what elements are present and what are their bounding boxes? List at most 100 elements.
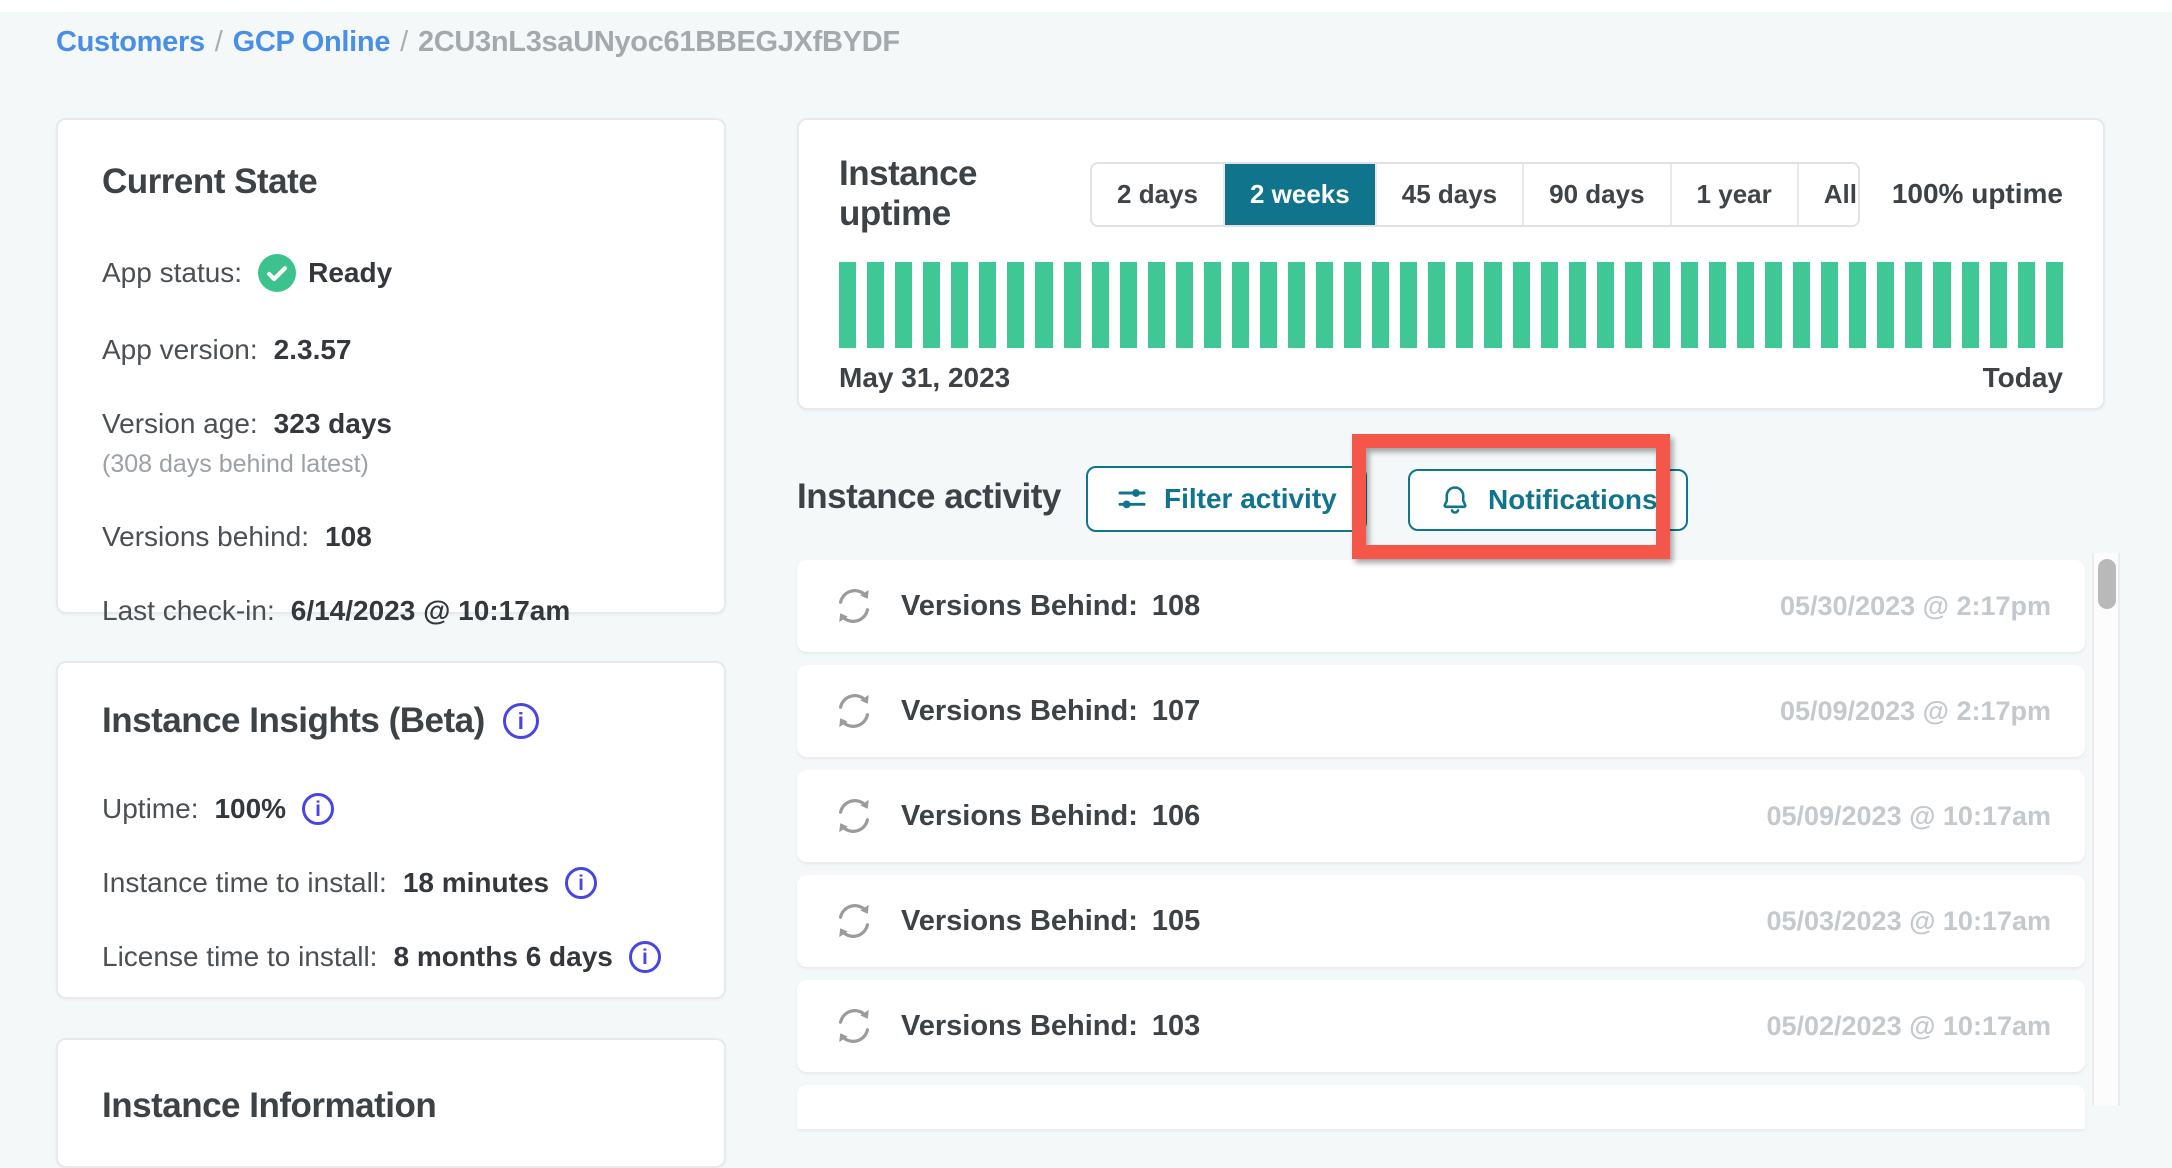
uptime-bar: [2018, 262, 2035, 348]
instance-insights-card: Instance Insights (Beta) i Uptime: 100% …: [56, 661, 726, 999]
activity-row-value: 107: [1152, 695, 1200, 727]
range-button-all[interactable]: All: [1797, 164, 1860, 225]
activity-row-timestamp: 05/09/2023 @ 2:17pm: [1780, 696, 2051, 727]
activity-row-timestamp: 05/09/2023 @ 10:17am: [1766, 801, 2051, 832]
instance-insights-title: Instance Insights (Beta): [102, 701, 485, 741]
range-button-2-days[interactable]: 2 days: [1092, 164, 1223, 225]
sync-icon: [831, 898, 877, 944]
instance-install-value: 18 minutes: [403, 867, 549, 899]
uptime-bar: [1849, 262, 1866, 348]
uptime-bar: [1709, 262, 1726, 348]
instance-information-title: Instance Information: [102, 1086, 680, 1126]
app-status-value: Ready: [308, 257, 392, 289]
app-version-value[interactable]: 2.3.57: [274, 334, 352, 366]
license-install-value: 8 months 6 days: [393, 941, 612, 973]
versions-behind-label: Versions behind:: [102, 521, 309, 553]
activity-scrollbar-thumb[interactable]: [2098, 559, 2116, 609]
current-state-card: Current State App status: Ready App vers…: [56, 118, 726, 614]
top-strip: [0, 0, 2172, 12]
uptime-bar: [1372, 262, 1389, 348]
uptime-bar: [1541, 262, 1558, 348]
uptime-bar: [1653, 262, 1670, 348]
uptime-bar-chart: [839, 262, 2063, 348]
uptime-bar: [1007, 262, 1024, 348]
uptime-value: 100%: [214, 793, 286, 825]
notifications-button[interactable]: Notifications: [1408, 469, 1688, 531]
uptime-field: Uptime: 100% i: [102, 793, 680, 825]
info-icon[interactable]: i: [503, 703, 539, 739]
uptime-bar: [1933, 262, 1950, 348]
info-icon[interactable]: i: [565, 867, 597, 899]
activity-row-value: 108: [1152, 590, 1200, 622]
activity-row-value: 105: [1152, 905, 1200, 937]
range-button-2-weeks[interactable]: 2 weeks: [1223, 164, 1375, 225]
activity-row-label: Versions Behind:: [901, 1010, 1138, 1042]
uptime-bar: [1204, 262, 1221, 348]
instance-uptime-card: Instance uptime 2 days 2 weeks 45 days 9…: [797, 118, 2105, 410]
uptime-bar: [867, 262, 884, 348]
breadcrumb-current-instance-id: 2CU3nL3saUNyoc61BBEGJXfBYDF: [418, 26, 900, 58]
uptime-bar: [1821, 262, 1838, 348]
instance-uptime-title: Instance uptime: [839, 154, 1090, 234]
uptime-bar: [1120, 262, 1137, 348]
app-version-field: App version: 2.3.57: [102, 334, 680, 366]
activity-row-value: 106: [1152, 800, 1200, 832]
instance-information-card: Instance Information: [56, 1038, 726, 1168]
uptime-bar: [951, 262, 968, 348]
activity-row-timestamp: 05/02/2023 @ 10:17am: [1766, 1011, 2051, 1042]
range-button-1-year[interactable]: 1 year: [1670, 164, 1797, 225]
uptime-bar: [1793, 262, 1810, 348]
last-checkin-value: 6/14/2023 @ 10:17am: [291, 595, 571, 627]
breadcrumb-link-app[interactable]: GCP Online: [233, 26, 391, 58]
version-age-value: 323 days: [274, 408, 392, 440]
app-status-field: App status: Ready: [102, 254, 680, 292]
uptime-bar: [1484, 262, 1501, 348]
range-button-45-days[interactable]: 45 days: [1375, 164, 1522, 225]
filter-activity-button[interactable]: Filter activity: [1086, 466, 1367, 532]
uptime-end-label: Today: [1983, 362, 2063, 394]
instance-activity-list: Versions Behind:108 05/30/2023 @ 2:17pm …: [797, 560, 2085, 1129]
uptime-bar: [1092, 262, 1109, 348]
uptime-bar: [1597, 262, 1614, 348]
uptime-bar: [1681, 262, 1698, 348]
uptime-summary: 100% uptime: [1892, 178, 2063, 210]
versions-behind-value: 108: [325, 521, 372, 553]
uptime-bar: [1260, 262, 1277, 348]
uptime-bar: [2046, 262, 2063, 348]
uptime-bar: [979, 262, 996, 348]
app-version-label: App version:: [102, 334, 258, 366]
range-button-90-days[interactable]: 90 days: [1522, 164, 1669, 225]
info-icon[interactable]: i: [302, 793, 334, 825]
breadcrumb-separator: /: [400, 26, 408, 58]
license-install-label: License time to install:: [102, 941, 377, 973]
activity-row-label: Versions Behind:: [901, 800, 1138, 832]
version-age-note: (308 days behind latest): [102, 450, 680, 479]
ready-check-icon: [258, 254, 296, 292]
notifications-label: Notifications: [1488, 484, 1658, 516]
activity-scrollbar-track[interactable]: [2092, 553, 2120, 1106]
uptime-bar: [1456, 262, 1473, 348]
info-icon[interactable]: i: [629, 941, 661, 973]
uptime-bar: [923, 262, 940, 348]
uptime-range-group: 2 days 2 weeks 45 days 90 days 1 year Al…: [1090, 162, 1860, 227]
version-age-label: Version age:: [102, 408, 258, 440]
uptime-label: Uptime:: [102, 793, 198, 825]
activity-row: Versions Behind:105 05/03/2023 @ 10:17am: [797, 875, 2085, 967]
current-state-title: Current State: [102, 162, 680, 202]
breadcrumb-link-customers[interactable]: Customers: [56, 26, 205, 58]
activity-row-value: 103: [1152, 1010, 1200, 1042]
uptime-bar: [1513, 262, 1530, 348]
uptime-bar: [1148, 262, 1165, 348]
uptime-bar: [1428, 262, 1445, 348]
last-checkin-field: Last check-in: 6/14/2023 @ 10:17am: [102, 595, 680, 627]
activity-row-partial: [797, 1085, 2085, 1129]
instance-install-label: Instance time to install:: [102, 867, 387, 899]
activity-row: Versions Behind:108 05/30/2023 @ 2:17pm: [797, 560, 2085, 652]
uptime-bar: [1232, 262, 1249, 348]
filter-activity-label: Filter activity: [1164, 483, 1337, 515]
uptime-bar: [1905, 262, 1922, 348]
version-age-field: Version age: 323 days: [102, 408, 680, 440]
activity-row: Versions Behind:107 05/09/2023 @ 2:17pm: [797, 665, 2085, 757]
license-install-field: License time to install: 8 months 6 days…: [102, 941, 680, 973]
versions-behind-field: Versions behind: 108: [102, 521, 680, 553]
